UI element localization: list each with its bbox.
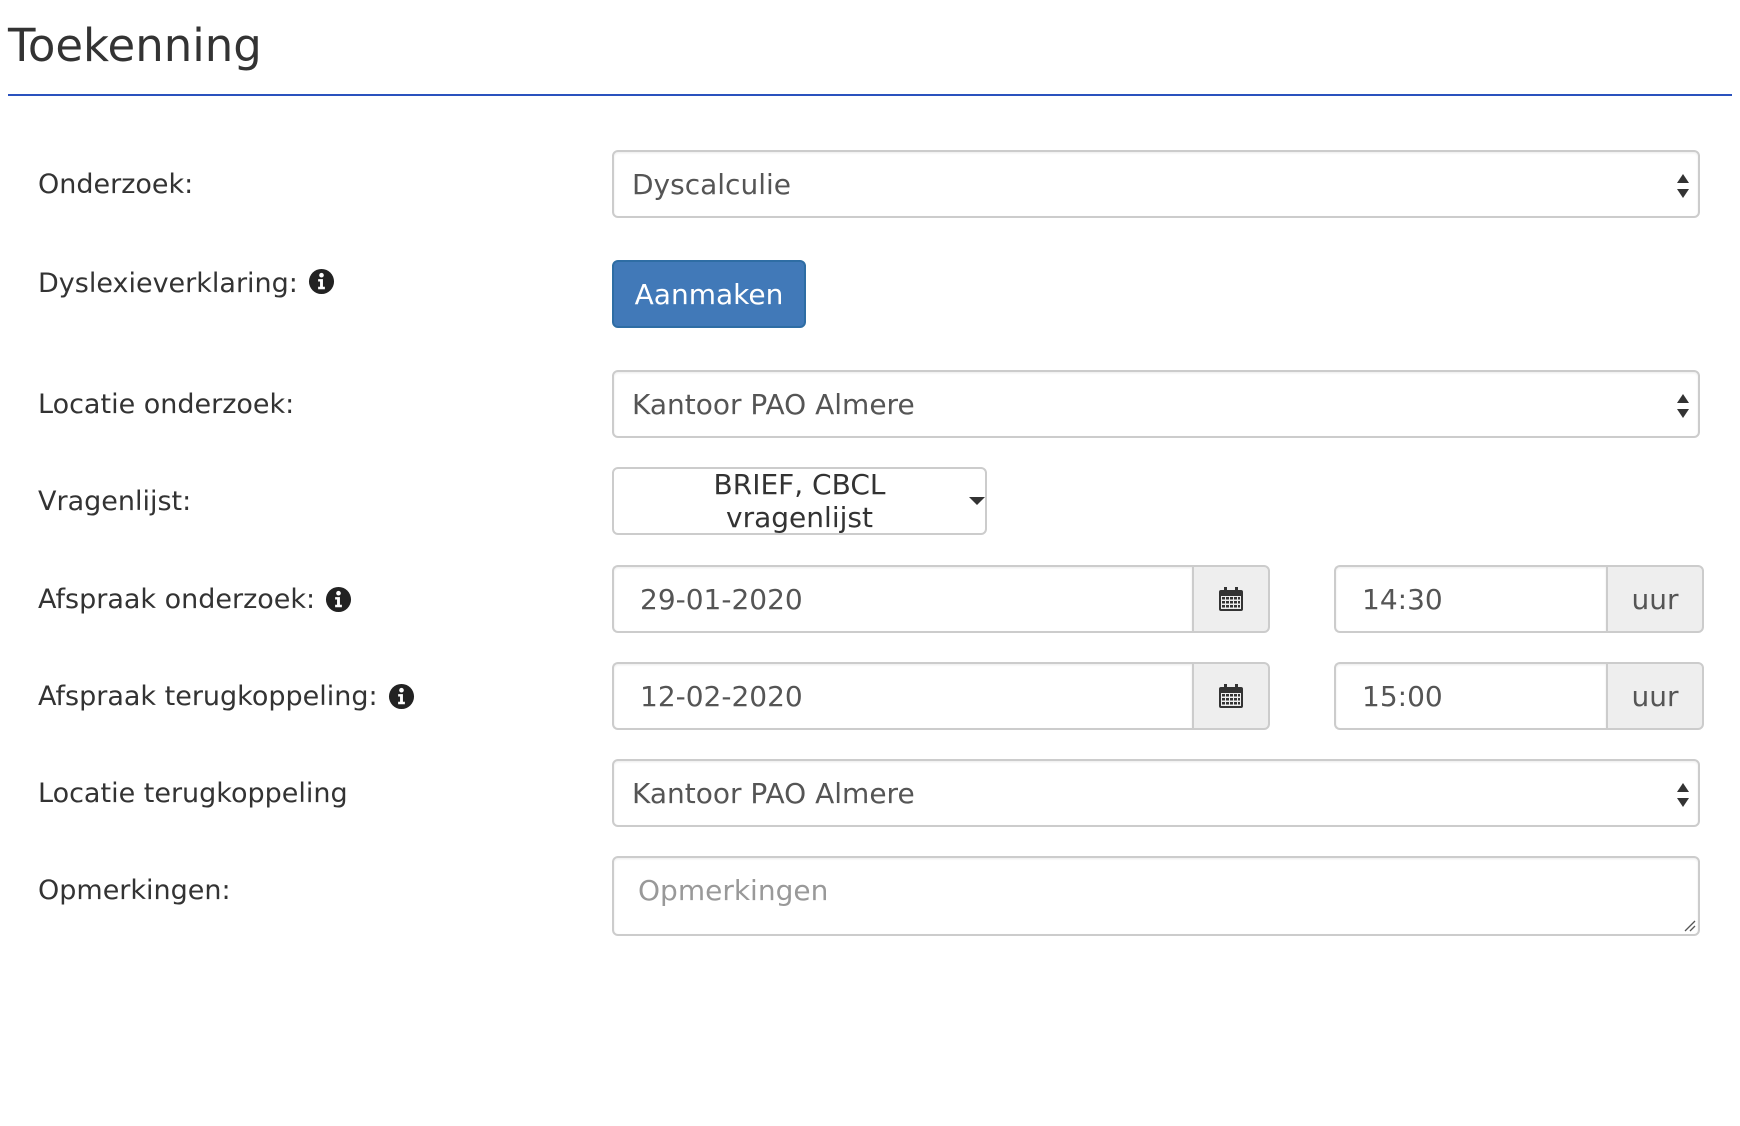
row-afspraak-onderzoek: Afspraak onderzoek: 29-01-2020 14:30 uur (0, 565, 1740, 633)
afspraak-terugkoppeling-date-group: 12-02-2020 (612, 662, 1270, 730)
label-vragenlijst: Vragenlijst: (38, 485, 192, 517)
row-locatie-terugkoppeling: Locatie terugkoppeling Kantoor PAO Almer… (0, 759, 1740, 827)
afspraak-onderzoek-calendar-button[interactable] (1192, 565, 1270, 633)
info-circle-icon[interactable] (388, 683, 415, 710)
row-afspraak-terugkoppeling: Afspraak terugkoppeling: 12-02-2020 15:0… (0, 662, 1740, 730)
afspraak-onderzoek-date-input[interactable]: 29-01-2020 (612, 565, 1192, 633)
opmerkingen-textarea[interactable] (612, 856, 1700, 936)
afspraak-onderzoek-date-group: 29-01-2020 (612, 565, 1270, 633)
aanmaken-button[interactable]: Aanmaken (612, 260, 806, 328)
resize-grip-icon[interactable] (1684, 920, 1696, 932)
locatie-onderzoek-select[interactable]: Kantoor PAO Almere (612, 370, 1700, 438)
onderzoek-select-value: Dyscalculie (632, 167, 791, 201)
label-locatie-onderzoek: Locatie onderzoek: (38, 388, 295, 420)
title-divider (8, 94, 1732, 96)
vragenlijst-dropdown-value: BRIEF, CBCL vragenlijst (713, 468, 886, 534)
info-circle-icon[interactable] (325, 586, 352, 613)
select-arrows-icon (1677, 394, 1689, 418)
afspraak-terugkoppeling-calendar-button[interactable] (1192, 662, 1270, 730)
row-opmerkingen: Opmerkingen: (0, 856, 1740, 936)
row-locatie-onderzoek: Locatie onderzoek: Kantoor PAO Almere (0, 370, 1740, 438)
afspraak-onderzoek-time-unit: uur (1606, 565, 1704, 633)
vragenlijst-dropdown-button[interactable]: BRIEF, CBCL vragenlijst (612, 467, 987, 535)
afspraak-terugkoppeling-time-group: 15:00 uur (1334, 662, 1704, 730)
label-dyslexieverklaring: Dyslexieverklaring: (38, 268, 298, 299)
afspraak-onderzoek-time-input[interactable]: 14:30 (1334, 565, 1606, 633)
caret-down-icon (969, 497, 985, 505)
label-locatie-terugkoppeling: Locatie terugkoppeling (38, 777, 348, 809)
label-afspraak-terugkoppeling-wrap: Afspraak terugkoppeling: (38, 662, 415, 730)
locatie-terugkoppeling-select[interactable]: Kantoor PAO Almere (612, 759, 1700, 827)
afspraak-terugkoppeling-date-input[interactable]: 12-02-2020 (612, 662, 1192, 730)
locatie-onderzoek-select-value: Kantoor PAO Almere (632, 387, 915, 421)
afspraak-terugkoppeling-time-input[interactable]: 15:00 (1334, 662, 1606, 730)
label-afspraak-onderzoek-wrap: Afspraak onderzoek: (38, 565, 352, 633)
row-dyslexieverklaring: Dyslexieverklaring: Aanmaken (0, 260, 1740, 328)
row-onderzoek: Onderzoek: Dyscalculie (0, 150, 1740, 218)
select-arrows-icon (1677, 174, 1689, 198)
label-opmerkingen: Opmerkingen: (38, 874, 231, 906)
select-arrows-icon (1677, 783, 1689, 807)
label-dyslexieverklaring-wrap: Dyslexieverklaring: (38, 258, 335, 299)
calendar-icon (1219, 587, 1243, 611)
calendar-icon (1219, 684, 1243, 708)
label-onderzoek: Onderzoek: (38, 168, 194, 200)
label-afspraak-terugkoppeling: Afspraak terugkoppeling: (38, 680, 378, 712)
afspraak-terugkoppeling-time-unit: uur (1606, 662, 1704, 730)
page-title: Toekenning (8, 19, 262, 72)
locatie-terugkoppeling-select-value: Kantoor PAO Almere (632, 776, 915, 810)
onderzoek-select[interactable]: Dyscalculie (612, 150, 1700, 218)
label-afspraak-onderzoek: Afspraak onderzoek: (38, 583, 316, 615)
info-circle-icon[interactable] (308, 268, 335, 295)
row-vragenlijst: Vragenlijst: BRIEF, CBCL vragenlijst (0, 467, 1740, 535)
afspraak-onderzoek-time-group: 14:30 uur (1334, 565, 1704, 633)
